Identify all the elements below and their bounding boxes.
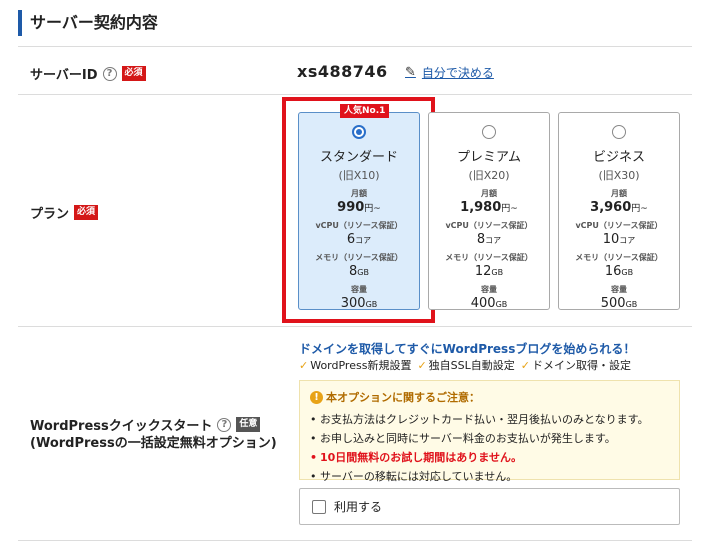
feature-list: ✓ WordPress新規設置 ✓ 独自SSL自動設定 ✓ ドメイン取得・設定 — [299, 357, 631, 373]
memory-value: 16GB — [604, 264, 634, 279]
feature-item: ✓ ドメイン取得・設定 — [520, 359, 631, 372]
plan-radio[interactable] — [352, 125, 366, 139]
wp-lead-text: ドメインを取得してすぐにWordPressブログを始められる！ — [299, 342, 636, 356]
cpu-value: 6コア — [346, 232, 372, 247]
server-id-value: xs488746 — [297, 62, 388, 81]
divider — [18, 540, 692, 541]
checkmark-icon: ✓ — [417, 359, 427, 372]
plan-name: プレミアム — [456, 150, 522, 165]
notice-item: お申し込みと同時にサーバー料金のお支払いが発生します。 — [310, 429, 669, 448]
plan-price: 3,960円~ — [590, 200, 648, 215]
checkbox[interactable] — [312, 499, 326, 514]
use-option-label: 利用する — [334, 500, 383, 514]
wp-sublabel: (WordPressの一括設定無料オプション) — [30, 436, 277, 451]
cpu-value: 8コア — [476, 232, 502, 247]
price-label: 月額 — [611, 189, 627, 198]
memory-value: 12GB — [474, 264, 504, 279]
plan-name: ビジネス — [592, 150, 645, 165]
use-option-checkbox[interactable]: 利用する — [299, 488, 680, 525]
plan-radio[interactable] — [612, 125, 626, 139]
disk-value: 400GB — [470, 296, 508, 311]
help-icon[interactable]: ? — [217, 417, 232, 432]
plan-old-name: (旧X30) — [598, 169, 640, 182]
pencil-icon: ✎ — [405, 65, 416, 80]
feature-item: ✓ WordPress新規設置 — [299, 359, 412, 372]
exclamation-circle-icon: ! — [310, 390, 323, 404]
choose-id-link-label: 自分で決める — [421, 66, 494, 80]
notice-title: ! 本オプションに関するご注意： — [310, 389, 669, 405]
plan-label: プラン — [30, 207, 70, 222]
notice-box: ! 本オプションに関するご注意： お支払方法はクレジットカード払い・翌月後払いの… — [299, 380, 680, 486]
memory-label: メモリ（リソース保証） — [445, 253, 533, 262]
notice-list: お支払方法はクレジットカード払い・翌月後払いのみとなります。 お申し込みと同時に… — [310, 410, 669, 486]
plan-name: スタンダード — [319, 150, 398, 165]
memory-label: メモリ（リソース保証） — [315, 253, 403, 262]
cpu-label: vCPU（リソース保証） — [315, 221, 403, 230]
cpu-label: vCPU（リソース保証） — [445, 221, 533, 230]
plan-price: 990円~ — [337, 200, 381, 215]
popular-badge: 人気No.1 — [340, 104, 390, 118]
help-icon[interactable]: ? — [102, 66, 117, 81]
notice-item: サーバーの移転には対応していません。 — [310, 467, 669, 486]
disk-label: 容量 — [481, 285, 497, 294]
required-badge: 必須 — [74, 205, 99, 220]
cpu-value: 10コア — [602, 232, 636, 247]
cpu-label: vCPU（リソース保証） — [575, 221, 663, 230]
price-label: 月額 — [351, 189, 367, 198]
price-label: 月額 — [481, 189, 497, 198]
divider — [18, 46, 692, 47]
notice-item: お支払方法はクレジットカード払い・翌月後払いのみとなります。 — [310, 410, 669, 429]
section-title: サーバー契約内容 — [18, 10, 158, 36]
divider — [18, 94, 692, 95]
server-id-label: サーバーID — [30, 68, 98, 83]
plan-price: 1,980円~ — [460, 200, 518, 215]
optional-badge: 任意 — [236, 417, 261, 432]
server-id-label-group: サーバーID ? 必須 — [30, 64, 146, 83]
plan-radio[interactable] — [482, 125, 496, 139]
disk-label: 容量 — [611, 285, 627, 294]
plan-old-name: (旧X10) — [338, 169, 380, 182]
plan-card-business[interactable]: ビジネス (旧X30) 月額 3,960円~ vCPU（リソース保証） 10コア… — [558, 112, 680, 311]
disk-value: 500GB — [600, 296, 638, 311]
disk-label: 容量 — [351, 285, 367, 294]
disk-value: 300GB — [340, 296, 378, 311]
plan-label-group: プラン 必須 — [30, 203, 99, 222]
checkmark-icon: ✓ — [299, 359, 309, 372]
plan-card-standard[interactable]: スタンダード (旧X10) 月額 990円~ vCPU（リソース保証） 6コア … — [298, 112, 420, 311]
feature-item: ✓ 独自SSL自動設定 — [417, 359, 515, 372]
notice-item-warning: 10日間無料のお試し期間はありません。 — [310, 448, 669, 467]
checkmark-icon: ✓ — [520, 359, 530, 372]
memory-value: 8GB — [349, 264, 369, 279]
choose-id-link[interactable]: ✎ 自分で決める — [405, 64, 494, 81]
plan-card-premium[interactable]: プレミアム (旧X20) 月額 1,980円~ vCPU（リソース保証） 8コア… — [428, 112, 550, 311]
divider — [18, 326, 692, 327]
plan-old-name: (旧X20) — [468, 169, 510, 182]
required-badge: 必須 — [121, 66, 146, 81]
memory-label: メモリ（リソース保証） — [575, 253, 663, 262]
